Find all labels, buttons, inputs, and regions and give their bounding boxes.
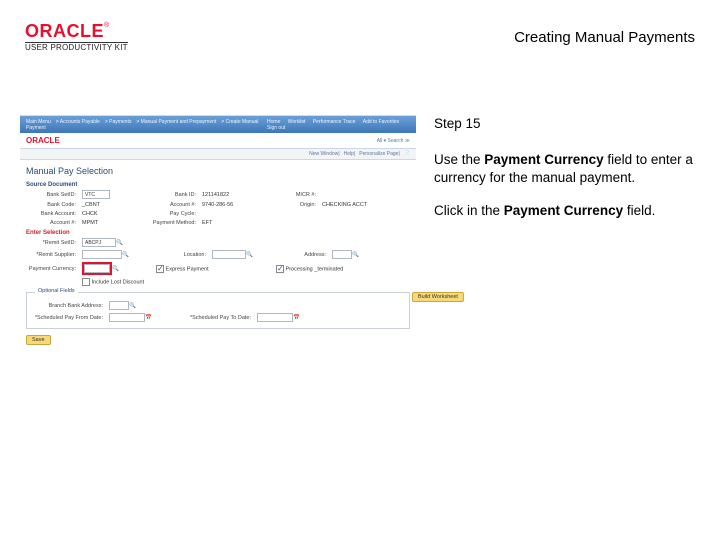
lbl-bank-account: Bank Account: bbox=[26, 211, 78, 217]
inp-bank-setid[interactable]: VTC bbox=[82, 190, 110, 199]
val-pay-method: EFT bbox=[202, 220, 262, 226]
chk-processing[interactable] bbox=[276, 265, 284, 273]
link-new-window[interactable]: New Window bbox=[309, 151, 338, 157]
inp-remit-setid[interactable]: ABCPJ bbox=[82, 238, 116, 247]
lbl-branch: Branch Bank Address: bbox=[33, 303, 105, 309]
section-enter: Enter Selection bbox=[26, 230, 410, 236]
chk-express[interactable] bbox=[156, 265, 164, 273]
crumb: Manual Payment and Prepayment bbox=[141, 119, 217, 125]
lbl-mcr: MICR #: bbox=[266, 192, 318, 198]
lbl-pay-method: Payment Method: bbox=[146, 220, 198, 226]
inp-location[interactable] bbox=[212, 250, 246, 259]
link-perf-trace[interactable]: Performance Trace bbox=[313, 119, 356, 125]
lbl-bank-id: Bank ID: bbox=[146, 192, 198, 198]
instruction-1: Use the Payment Currency field to enter … bbox=[434, 151, 695, 187]
lbl-processing: Processing _terminated bbox=[286, 266, 344, 272]
lbl-sched-to: *Scheduled Pay To Date: bbox=[163, 315, 253, 321]
inp-sched-to[interactable] bbox=[257, 313, 293, 322]
link-favorites[interactable]: Add to Favorites bbox=[363, 119, 399, 125]
val-bank-account: CHCK bbox=[82, 211, 142, 217]
trademark: ® bbox=[104, 22, 109, 29]
source-fields: Bank SetID: VTC Bank ID: 121141822 MICR … bbox=[26, 190, 410, 226]
link-home[interactable]: Home bbox=[267, 119, 280, 125]
instruction-panel: Step 15 Use the Payment Currency field t… bbox=[434, 115, 695, 349]
inp-sched-from[interactable] bbox=[109, 313, 145, 322]
lbl-payment-currency: Payment Currency: bbox=[26, 266, 78, 272]
crumb: Accounts Payable bbox=[60, 119, 100, 125]
lbl-account-desc: Account #: bbox=[26, 220, 78, 226]
val-bank-code: _CBNT bbox=[82, 202, 142, 208]
link-worklist[interactable]: Worklist bbox=[288, 119, 306, 125]
val-origin: CHECKING ACCT bbox=[322, 202, 382, 208]
val-bank-id: 121141822 bbox=[202, 192, 262, 198]
product-name: USER PRODUCTIVITY KIT bbox=[25, 42, 128, 52]
app-subheader: ORACLE All ▾ Search ≫ bbox=[20, 133, 416, 149]
highlight-payment-currency bbox=[82, 262, 112, 275]
inp-address[interactable] bbox=[332, 250, 352, 259]
app-screenshot: Main Menu> Accounts Payable> Payments> M… bbox=[20, 115, 416, 349]
crumb: Payments bbox=[109, 119, 131, 125]
lbl-location: Location: bbox=[156, 252, 208, 258]
enter-fields: *Remit SetID: ABCPJ🔍 *Remit Supplier: 🔍 … bbox=[26, 238, 410, 286]
section-source: Source Document bbox=[26, 182, 410, 188]
link-personalize[interactable]: Personalize Page bbox=[359, 151, 398, 157]
app-body: Manual Pay Selection Source Document Ban… bbox=[20, 160, 416, 349]
lbl-account-num: Account #: bbox=[146, 202, 198, 208]
bottom-actions: Save bbox=[26, 335, 410, 345]
inp-payment-currency[interactable] bbox=[84, 264, 110, 273]
document-title: Creating Manual Payments bbox=[514, 29, 695, 46]
global-links: Home Worklist Performance Trace Add to F… bbox=[261, 119, 410, 131]
val-account-num: 9740-286-56 bbox=[202, 202, 262, 208]
lbl-remit-supplier: *Remit Supplier: bbox=[26, 252, 78, 258]
optional-panel: Optional Fields Branch Bank Address: 🔍 *… bbox=[26, 292, 410, 329]
lbl-bank-setid: Bank SetID: bbox=[26, 192, 78, 198]
section-optional: Optional Fields bbox=[35, 288, 78, 294]
inp-remit-supplier[interactable] bbox=[82, 250, 122, 259]
crumb: Main Menu bbox=[26, 119, 51, 125]
breadcrumb: Main Menu> Accounts Payable> Payments> M… bbox=[26, 119, 261, 131]
oracle-logo: ORACLE bbox=[25, 21, 104, 41]
lbl-express: Express Payment bbox=[166, 266, 209, 272]
optional-fields: Branch Bank Address: 🔍 *Scheduled Pay Fr… bbox=[33, 301, 403, 322]
link-help[interactable]: Help bbox=[344, 151, 354, 157]
build-worksheet-button[interactable]: Build Worksheet bbox=[412, 292, 464, 302]
lbl-origin: Origin: bbox=[266, 202, 318, 208]
page-toolbar: New Window| Help| Personalize Page| 📄 bbox=[20, 149, 416, 160]
lbl-bank-code: Bank Code: bbox=[26, 202, 78, 208]
lbl-pay-cycle: Pay Cycle: bbox=[146, 211, 198, 217]
link-signout[interactable]: Sign out bbox=[267, 125, 285, 131]
instruction-2: Click in the Payment Currency field. bbox=[434, 202, 695, 220]
lbl-address: Address: bbox=[276, 252, 328, 258]
inp-branch[interactable] bbox=[109, 301, 129, 310]
val-account-desc: MPMT bbox=[82, 220, 142, 226]
search-area[interactable]: All ▾ Search ≫ bbox=[377, 138, 410, 144]
page-title: Manual Pay Selection bbox=[26, 166, 410, 176]
save-button[interactable]: Save bbox=[26, 335, 51, 345]
lbl-remit-setid: *Remit SetID: bbox=[26, 240, 78, 246]
content-row: Main Menu> Accounts Payable> Payments> M… bbox=[20, 115, 695, 349]
step-label: Step 15 bbox=[434, 115, 695, 133]
oracle-logo-small: ORACLE bbox=[26, 136, 60, 145]
app-breadcrumb-bar: Main Menu> Accounts Payable> Payments> M… bbox=[20, 116, 416, 133]
page-header: ORACLE® USER PRODUCTIVITY KIT Creating M… bbox=[0, 18, 720, 56]
lbl-include-lost: Include Lost Discount bbox=[92, 279, 145, 285]
lbl-sched-from: *Scheduled Pay From Date: bbox=[33, 315, 105, 321]
brand-block: ORACLE® USER PRODUCTIVITY KIT bbox=[25, 22, 128, 52]
chk-include-lost[interactable] bbox=[82, 278, 90, 286]
page-icon[interactable]: 📄 bbox=[404, 151, 410, 157]
